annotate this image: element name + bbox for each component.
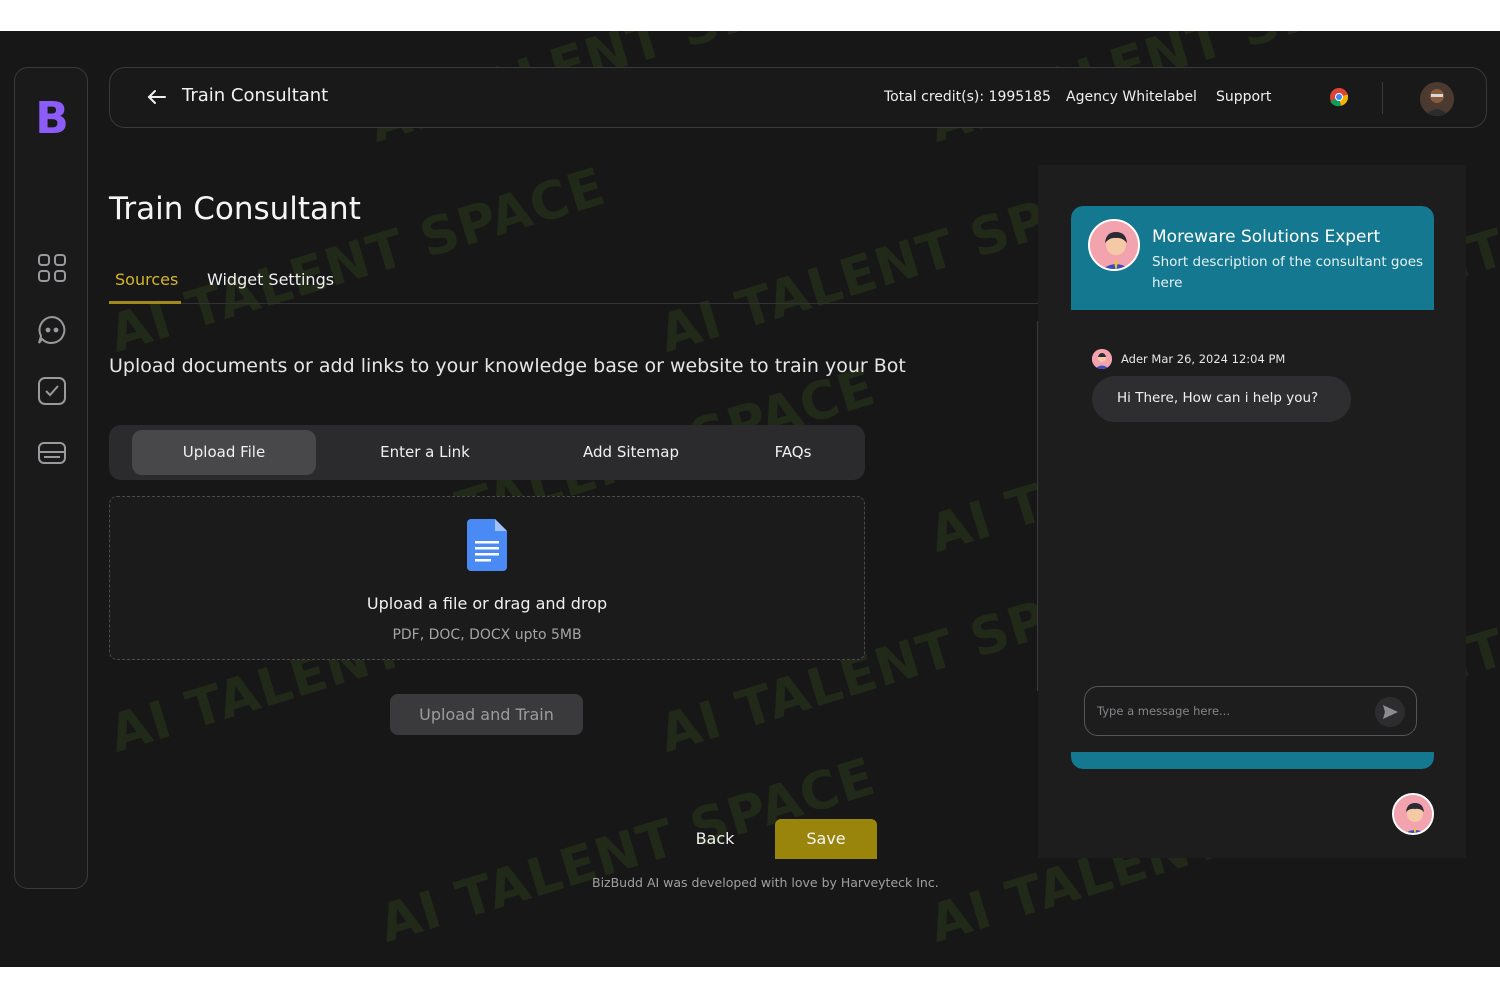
footer-credit: BizBudd AI was developed with love by Ha…: [592, 875, 939, 890]
segment-enter-link[interactable]: Enter a Link: [334, 430, 516, 475]
segment-add-sitemap[interactable]: Add Sitemap: [539, 430, 723, 475]
tab-sources[interactable]: Sources: [115, 270, 178, 289]
page-title: Train Consultant: [109, 191, 361, 227]
card-icon[interactable]: [36, 437, 68, 469]
chat-message-input: [1084, 686, 1417, 736]
active-tab-indicator: [109, 301, 181, 304]
agency-whitelabel-link[interactable]: Agency Whitelabel: [1066, 89, 1197, 105]
chat-bubble-icon[interactable]: [36, 314, 68, 346]
source-type-selector: Upload File Enter a Link Add Sitemap FAQ…: [109, 425, 865, 480]
topbar-divider: [1382, 82, 1383, 114]
chat-header: Moreware Solutions Expert Short descript…: [1071, 206, 1434, 310]
save-button[interactable]: Save: [775, 819, 877, 859]
message-meta: Ader Mar 26, 2024 12:04 PM: [1121, 352, 1286, 366]
dashboard-grid-icon[interactable]: [36, 252, 68, 284]
dropzone-title: Upload a file or drag and drop: [366, 594, 608, 613]
message-avatar: [1092, 349, 1112, 369]
top-navbar: Train Consultant Total credit(s): 199518…: [109, 67, 1487, 128]
chat-widget: Moreware Solutions Expert Short descript…: [1071, 206, 1434, 769]
chat-preview-panel: Moreware Solutions Expert Short descript…: [1038, 165, 1466, 858]
dropzone-hint: PDF, DOC, DOCX upto 5MB: [392, 627, 582, 643]
send-icon[interactable]: [1375, 697, 1405, 727]
chat-input-field[interactable]: [1097, 701, 1357, 721]
chat-launcher-avatar[interactable]: [1392, 793, 1434, 835]
consultant-avatar: [1088, 219, 1140, 271]
consultant-name: Moreware Solutions Expert: [1152, 227, 1381, 247]
file-dropzone[interactable]: Upload a file or drag and drop PDF, DOC,…: [109, 496, 865, 660]
chat-footer-bar: [1071, 752, 1434, 769]
document-icon: [467, 519, 507, 571]
back-button[interactable]: Back: [674, 819, 756, 859]
segment-faqs[interactable]: FAQs: [739, 430, 847, 475]
segment-upload-file[interactable]: Upload File: [132, 430, 316, 475]
consultant-description: Short description of the consultant goes…: [1152, 254, 1424, 291]
checkbox-icon[interactable]: [36, 375, 68, 407]
chrome-icon[interactable]: [1329, 87, 1349, 107]
back-arrow-icon[interactable]: [146, 86, 168, 108]
brand-logo[interactable]: B: [33, 97, 71, 141]
support-link[interactable]: Support: [1216, 89, 1271, 105]
credits-count: Total credit(s): 1995185: [884, 89, 1051, 105]
app-window: AI TALENT SPACE AI TALENT SPACE AI TALEN…: [0, 31, 1500, 967]
message-bubble: Hi There, How can i help you?: [1092, 376, 1351, 422]
watermark: AI TALENT SPACE: [102, 157, 613, 365]
user-avatar[interactable]: [1420, 82, 1454, 116]
tab-widget-settings[interactable]: Widget Settings: [207, 270, 334, 289]
sidebar: B: [14, 67, 88, 889]
topbar-title: Train Consultant: [182, 85, 329, 106]
section-description: Upload documents or add links to your kn…: [109, 355, 906, 377]
upload-and-train-button[interactable]: Upload and Train: [390, 694, 583, 735]
tabs-bar: Sources Widget Settings: [109, 264, 1038, 304]
